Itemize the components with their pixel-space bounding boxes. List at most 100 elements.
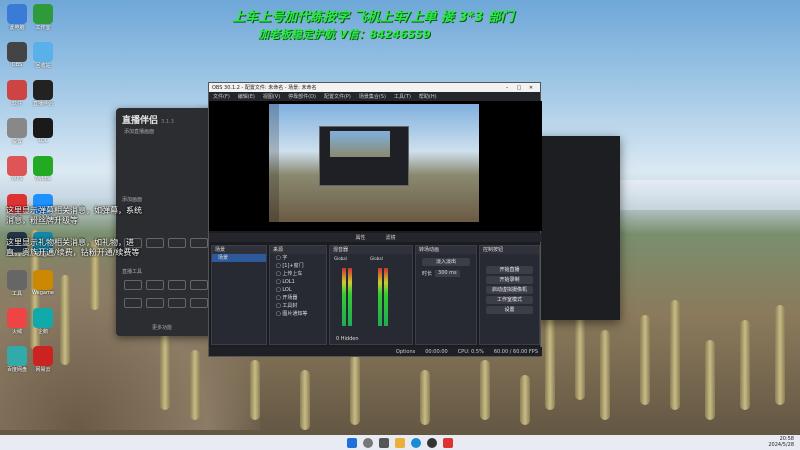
transition-select[interactable]: 淡入淡出 <box>422 258 470 266</box>
preview-canvas[interactable] <box>269 104 479 222</box>
desktop-icon[interactable]: 直播伴侣 <box>26 80 60 107</box>
source-item[interactable]: ▢ LOL1 <box>270 278 326 286</box>
cactus <box>740 320 750 410</box>
desktop-icon-label: 企鹅 <box>37 329 48 335</box>
app-icon <box>7 42 27 62</box>
promo-banner-line2: 加老板稳定护航 V信：84246559 <box>258 28 431 41</box>
edge-icon[interactable] <box>411 437 421 448</box>
source-item[interactable]: ▢ [1]+窗门 <box>270 262 326 270</box>
cactus <box>300 370 310 430</box>
obs-preview[interactable] <box>209 101 542 231</box>
menu-item[interactable]: 编辑(E) <box>238 93 255 100</box>
search-icon[interactable] <box>363 437 373 448</box>
filters-button[interactable]: 滤镜 <box>386 234 396 241</box>
menu-item[interactable]: 停靠部件(D) <box>288 93 316 100</box>
maximize-icon[interactable]: □ <box>513 85 525 91</box>
desktop-icon[interactable]: 企鹅 <box>26 308 60 335</box>
menu-item[interactable]: 场景集合(S) <box>359 93 386 100</box>
volume-meter <box>384 268 388 326</box>
tool-button[interactable] <box>124 298 142 308</box>
dock-title: 混音器 <box>330 246 412 254</box>
volume-meter <box>348 268 352 326</box>
nested-canvas <box>330 131 390 157</box>
obs-window: OBS 30.1.2 - 配置文件: 未命名 - 场景: 未命名 – □ ✕ 文… <box>208 82 542 357</box>
app-icon <box>33 270 53 290</box>
start-recording-button[interactable]: 开始录制 <box>486 276 533 284</box>
menu-item[interactable]: 视图(V) <box>263 93 280 100</box>
tool-button[interactable] <box>190 280 208 290</box>
controls-dock: 控制按钮 开始直播 开始录制 启动虚拟摄像机 工作室模式 设置 <box>479 245 540 345</box>
minimize-icon[interactable]: – <box>501 85 513 91</box>
tool-button[interactable] <box>190 298 208 308</box>
volume-meter <box>342 268 346 326</box>
obs-window-title: OBS 30.1.2 - 配置文件: 未命名 - 场景: 未命名 <box>212 85 317 91</box>
desktop-icon[interactable]: 工作室 <box>26 4 60 31</box>
source-item[interactable]: ▢ 上传上车 <box>270 270 326 278</box>
menu-item[interactable]: 工具(T) <box>394 93 411 100</box>
close-icon[interactable]: ✕ <box>525 85 537 91</box>
hidden-count: 0 Hidden <box>336 336 359 342</box>
settings-button[interactable]: 设置 <box>486 306 533 314</box>
tool-button[interactable] <box>146 298 164 308</box>
desktop-icon[interactable]: LOL <box>26 118 60 144</box>
section-live-tools: 直播工具 <box>122 269 143 275</box>
tool-button[interactable] <box>190 238 208 248</box>
source-item[interactable]: ▢ 工具封 <box>270 302 326 310</box>
scenes-dock: 场景 场景 <box>211 245 267 345</box>
tool-button[interactable] <box>168 238 186 248</box>
promo-banner-line1: 上车上号加代练按字 飞机上车/上单 接 3*3 部门 <box>232 10 514 25</box>
scene-item[interactable]: 场景 <box>212 254 266 262</box>
menu-item[interactable]: 文件(F) <box>213 93 230 100</box>
properties-button[interactable]: 属性 <box>355 234 365 241</box>
desktop-icon-label: Nvidia <box>35 176 51 182</box>
tool-button[interactable] <box>146 280 164 290</box>
dock-title: 控制按钮 <box>480 246 539 254</box>
virtual-camera-button[interactable]: 启动虚拟摄像机 <box>486 286 533 294</box>
desktop-icon[interactable]: 网易云 <box>26 346 60 373</box>
tool-button[interactable] <box>168 298 186 308</box>
app-icon <box>7 346 27 366</box>
app-icon <box>7 80 27 100</box>
section-add-scene: 添加画面 <box>122 197 143 203</box>
app-taskbar-icon[interactable] <box>443 437 453 448</box>
nested-obs-preview <box>319 126 409 186</box>
menu-item[interactable]: 帮助(H) <box>419 93 437 100</box>
app-icon <box>33 156 53 176</box>
source-item[interactable]: ▢ 字 <box>270 254 326 262</box>
tool-grid <box>124 280 208 308</box>
tool-button[interactable] <box>124 280 142 290</box>
volume-meter <box>378 268 382 326</box>
tool-button[interactable] <box>168 280 186 290</box>
cactus <box>775 305 785 405</box>
file-explorer-icon[interactable] <box>395 437 405 448</box>
sources-dock: 来源 ▢ 字 ▢ [1]+窗门 ▢ 上传上车 ▢ LOL1 ▢ LOL ▢ 开场器 ▢ 工具… <box>269 245 327 345</box>
cactus <box>640 315 650 405</box>
app-icon <box>33 80 53 100</box>
desktop-icon-label: LOL <box>38 138 48 144</box>
tool-button[interactable] <box>146 238 164 248</box>
desktop-icon[interactable]: Wegame <box>26 270 60 296</box>
options-button[interactable]: Options <box>396 349 415 355</box>
system-clock[interactable]: 20:58 2024/5/28 <box>768 436 794 448</box>
app-icon <box>33 42 53 62</box>
desktop-icon-label: Wegame <box>32 290 54 296</box>
app-icon <box>33 308 53 328</box>
obs-taskbar-icon[interactable] <box>427 437 437 448</box>
source-item[interactable]: ▢ 开场器 <box>270 294 326 302</box>
desktop-icon[interactable]: Nvidia <box>26 156 60 182</box>
cpu-usage: CPU: 0.5% <box>457 348 484 355</box>
desktop-icon[interactable]: 回收站 <box>26 42 60 69</box>
start-streaming-button[interactable]: 开始直播 <box>486 266 533 274</box>
recording-time: 00:00:00 <box>425 348 448 355</box>
duration-field[interactable]: 300 ms <box>435 270 460 277</box>
studio-mode-button[interactable]: 工作室模式 <box>486 296 533 304</box>
obs-titlebar[interactable]: OBS 30.1.2 - 配置文件: 未命名 - 场景: 未命名 – □ ✕ <box>209 83 540 92</box>
source-item[interactable]: ▢ LOL <box>270 286 326 294</box>
app-icon <box>7 156 27 176</box>
dock-title: 来源 <box>270 246 326 254</box>
start-icon[interactable] <box>347 437 357 448</box>
source-item[interactable]: ▢ 图片通知等 <box>270 310 326 318</box>
menu-item[interactable]: 配置文件(P) <box>324 93 351 100</box>
task-view-icon[interactable] <box>379 437 389 448</box>
duration-label: 时长 <box>422 271 433 277</box>
